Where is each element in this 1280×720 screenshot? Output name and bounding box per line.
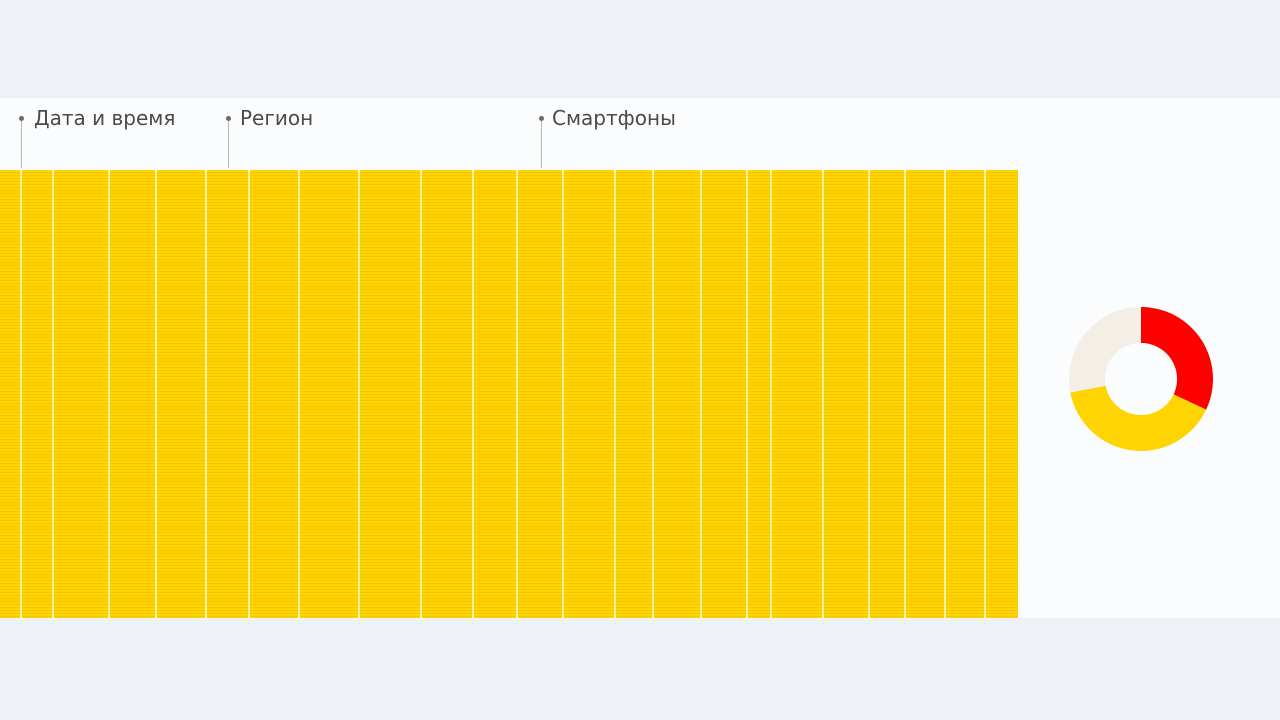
table-column-divider bbox=[358, 170, 360, 618]
table-column-divider bbox=[108, 170, 110, 618]
donut-chart-svg bbox=[1069, 307, 1213, 451]
table-column-divider bbox=[904, 170, 906, 618]
table-column-divider bbox=[472, 170, 474, 618]
donut-hole bbox=[1105, 343, 1177, 415]
table-column-divider bbox=[700, 170, 702, 618]
table-column-divider bbox=[562, 170, 564, 618]
table-column-divider bbox=[944, 170, 946, 618]
table-column-divider bbox=[298, 170, 300, 618]
table-column-divider bbox=[516, 170, 518, 618]
table-column-divider bbox=[205, 170, 207, 618]
column-label-smartphones: Смартфоны bbox=[552, 106, 676, 130]
column-label-datetime: Дата и время bbox=[34, 106, 176, 130]
table-column-divider bbox=[420, 170, 422, 618]
column-marker-region bbox=[226, 116, 231, 168]
table-column-divider bbox=[822, 170, 824, 618]
column-marker-datetime bbox=[19, 116, 24, 168]
donut-chart bbox=[1066, 304, 1216, 454]
chart-stage: Дата и время Регион Смартфоны bbox=[0, 98, 1280, 618]
table-column-divider bbox=[52, 170, 54, 618]
table-column-divider bbox=[248, 170, 250, 618]
table-column-divider bbox=[155, 170, 157, 618]
data-table-block bbox=[0, 170, 1018, 618]
table-column-divider bbox=[984, 170, 986, 618]
table-column-divider bbox=[746, 170, 748, 618]
table-column-divider bbox=[614, 170, 616, 618]
column-label-region: Регион bbox=[240, 106, 314, 130]
table-column-divider bbox=[652, 170, 654, 618]
table-column-divider bbox=[868, 170, 870, 618]
column-marker-smartphones bbox=[539, 116, 544, 168]
table-column-divider bbox=[20, 170, 22, 618]
table-column-divider bbox=[770, 170, 772, 618]
